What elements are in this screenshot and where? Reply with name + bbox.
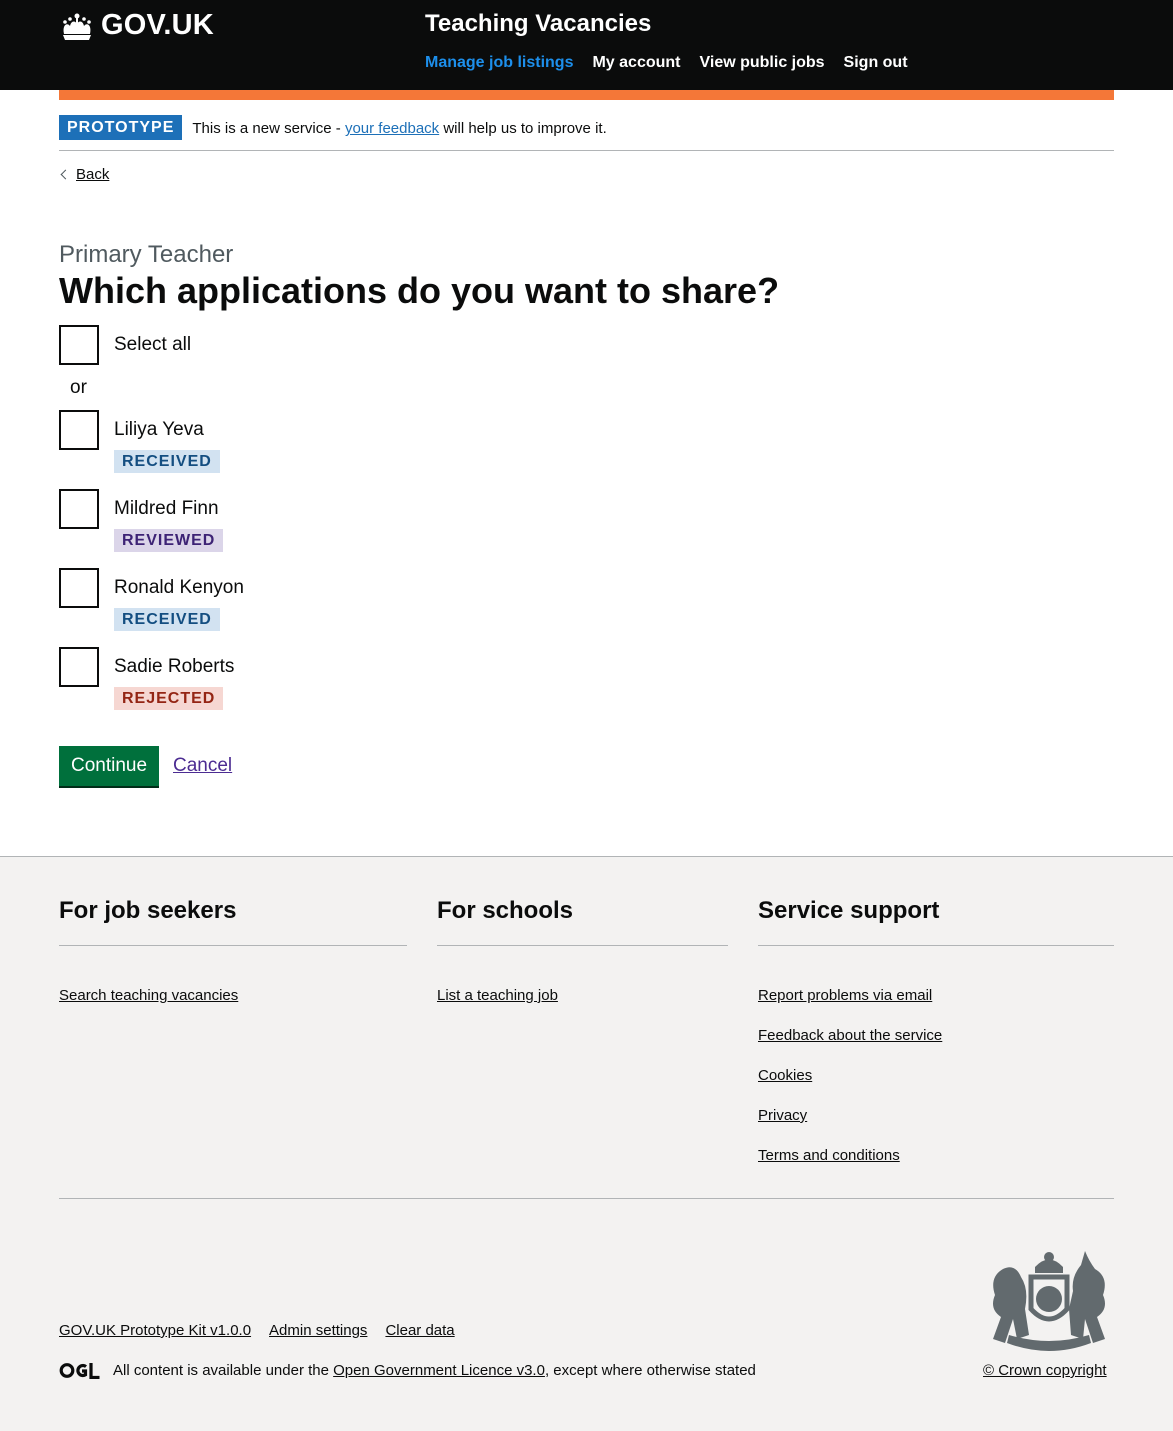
footer-link-list-job[interactable]: List a teaching job [437, 987, 558, 1004]
nav-view-public-jobs[interactable]: View public jobs [699, 54, 824, 72]
footer-heading: Service support [758, 897, 1114, 946]
phase-tag: PROTOTYPE [59, 115, 183, 140]
select-all-checkbox[interactable] [59, 325, 99, 365]
footer-licence: All content is available under the Open … [59, 1362, 756, 1379]
status-tag: REVIEWED [114, 529, 224, 552]
status-tag: REJECTED [114, 687, 224, 710]
licence-text-after: , except where otherwise stated [544, 1362, 756, 1379]
applicant-body: Ronald Kenyon RECEIVED [114, 577, 244, 631]
footer-list-item: Report problems via email [758, 987, 1114, 1006]
feedback-link[interactable]: your feedback [345, 120, 439, 137]
footer-link-feedback[interactable]: Feedback about the service [758, 1027, 942, 1044]
footer-meta-links: GOV.UK Prototype Kit v1.0.0 Admin settin… [59, 1322, 455, 1339]
licence-text-before: All content is available under the [113, 1362, 334, 1379]
nav-my-account[interactable]: My account [592, 54, 680, 72]
service-name-link[interactable]: Teaching Vacancies [425, 10, 651, 38]
applicant-body: Liliya Yeva RECEIVED [114, 419, 220, 473]
applicant-checkbox-item[interactable]: Sadie Roberts REJECTED [59, 647, 234, 710]
footer-link-report-problems[interactable]: Report problems via email [758, 987, 932, 1004]
govuk-logo-link[interactable]: GOV.UK [59, 9, 214, 42]
status-tag: RECEIVED [114, 450, 220, 473]
site-header: GOV.UK Teaching Vacancies Manage job lis… [0, 0, 1173, 90]
footer-list-item: List a teaching job [437, 987, 728, 1006]
site-footer: For job seekers Search teaching vacancie… [0, 856, 1173, 1431]
licence-text: All content is available under the Open … [113, 1362, 756, 1379]
header-nav: Manage job listings My account View publ… [425, 54, 908, 72]
licence-link[interactable]: Open Government Licence v3.0 [333, 1362, 545, 1379]
continue-button[interactable]: Continue [59, 746, 160, 786]
ogl-logo-icon [59, 1363, 100, 1379]
crown-icon [63, 13, 91, 40]
phase-text-after: will help us to improve it. [439, 120, 607, 137]
applicant-checkbox-item[interactable]: Liliya Yeva RECEIVED [59, 410, 220, 473]
nav-sign-out[interactable]: Sign out [844, 54, 908, 72]
phase-banner: PROTOTYPE This is a new service - your f… [59, 115, 1114, 151]
back-link-wrapper: Back [59, 166, 109, 183]
applicant-name[interactable]: Liliya Yeva [114, 419, 220, 441]
royal-coat-of-arms-icon [993, 1251, 1105, 1351]
applicant-name[interactable]: Mildred Finn [114, 498, 223, 520]
phase-banner-text: This is a new service - your feedback wi… [192, 120, 606, 137]
footer-list-item: Feedback about the service [758, 1027, 1114, 1046]
applicant-checkbox[interactable] [59, 647, 99, 687]
footer-column-schools: For schools List a teaching job [437, 897, 728, 1027]
applicant-checkbox[interactable] [59, 410, 99, 450]
footer-heading: For schools [437, 897, 728, 946]
logo-text: GOV.UK [101, 9, 214, 41]
page-caption: Primary Teacher [59, 241, 234, 268]
header-accent-bar [59, 90, 1114, 100]
applicant-body: Sadie Roberts REJECTED [114, 656, 234, 710]
footer-column-support: Service support Report problems via emai… [758, 897, 1114, 1187]
footer-links: List a teaching job [437, 987, 728, 1006]
footer-link-clear-data[interactable]: Clear data [385, 1322, 454, 1339]
or-divider: or [70, 377, 87, 398]
select-all-checkbox-item[interactable]: Select all [59, 325, 191, 365]
applicant-checkbox-item[interactable]: Mildred Finn REVIEWED [59, 489, 224, 552]
footer-links: Search teaching vacancies [59, 987, 407, 1006]
footer-links: Report problems via email Feedback about… [758, 987, 1114, 1166]
applicant-checkbox[interactable] [59, 568, 99, 608]
back-link[interactable]: Back [76, 166, 109, 183]
footer-divider [59, 1198, 1114, 1199]
chevron-left-icon [60, 169, 71, 180]
footer-link-privacy[interactable]: Privacy [758, 1107, 807, 1124]
footer-link-admin-settings[interactable]: Admin settings [269, 1322, 367, 1339]
footer-list-item: Privacy [758, 1107, 1114, 1126]
select-all-label[interactable]: Select all [114, 334, 191, 356]
page-title: Which applications do you want to share? [59, 270, 780, 311]
footer-column-job-seekers: For job seekers Search teaching vacancie… [59, 897, 407, 1027]
crown-copyright-link[interactable]: © Crown copyright [983, 1362, 1107, 1379]
select-all-body: Select all [114, 334, 191, 365]
applicant-name[interactable]: Ronald Kenyon [114, 577, 244, 599]
nav-manage-job-listings[interactable]: Manage job listings [425, 54, 573, 72]
status-tag: RECEIVED [114, 608, 220, 631]
footer-link-prototype-kit[interactable]: GOV.UK Prototype Kit v1.0.0 [59, 1322, 251, 1339]
applicant-name[interactable]: Sadie Roberts [114, 656, 234, 678]
footer-list-item: Search teaching vacancies [59, 987, 407, 1006]
footer-link-search-vacancies[interactable]: Search teaching vacancies [59, 987, 238, 1004]
footer-heading: For job seekers [59, 897, 407, 946]
footer-list-item: Terms and conditions [758, 1147, 1114, 1166]
applicant-body: Mildred Finn REVIEWED [114, 498, 224, 552]
cancel-link[interactable]: Cancel [173, 755, 232, 777]
phase-text-before: This is a new service - [192, 120, 345, 137]
applicant-checkbox-item[interactable]: Ronald Kenyon RECEIVED [59, 568, 244, 631]
footer-link-terms[interactable]: Terms and conditions [758, 1147, 900, 1164]
applicant-checkbox[interactable] [59, 489, 99, 529]
footer-list-item: Cookies [758, 1067, 1114, 1086]
footer-link-cookies[interactable]: Cookies [758, 1067, 812, 1084]
